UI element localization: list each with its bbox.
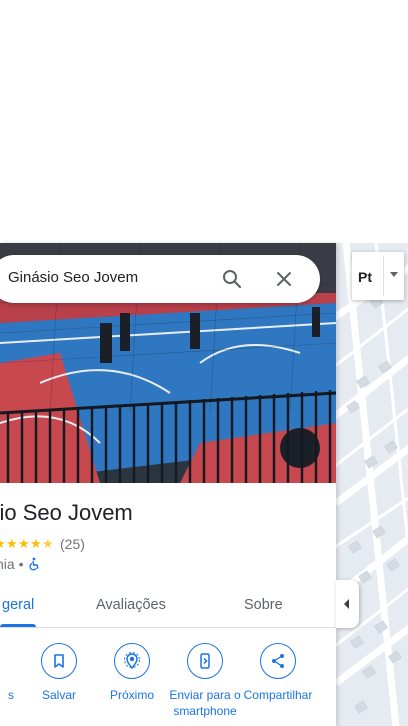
nearby-label: Próximo [109,688,154,702]
search-input[interactable]: Ginásio Seo Jovem [8,269,138,286]
layer-label: Pt [358,269,372,285]
share-button[interactable]: Compartilhar [239,643,317,703]
nearby-icon [114,643,150,679]
directions-label: s [8,688,14,702]
place-title: Ginásio Seo Jovem [0,500,133,525]
star-icon: ★ [30,536,42,551]
tab-reviews[interactable]: Avaliações [96,597,166,613]
send-to-phone-label: Enviar para o smartphone [169,688,241,718]
category-row: nia • [0,556,41,572]
star-icon: ★ [18,536,30,551]
star-icon: ★ [6,536,18,551]
send-to-phone-icon [187,643,223,679]
close-icon[interactable] [272,267,296,291]
place-panel: Ginásio Seo Jovem Ginásio Seo Jovem ★ ★ … [0,243,336,726]
top-blank-area [0,0,408,243]
map-canvas[interactable] [336,243,408,726]
share-icon [260,643,296,679]
star-half-icon: ★ [42,536,54,551]
nearby-button[interactable]: Próximo [93,643,171,703]
search-box[interactable]: Ginásio Seo Jovem [0,255,320,303]
search-icon[interactable] [220,267,244,291]
send-to-phone-button[interactable]: Enviar para o smartphone [166,643,244,719]
chevron-down-icon[interactable] [390,272,398,277]
collapse-panel-button[interactable] [336,580,359,628]
chevron-left-icon [344,599,349,609]
wheelchair-accessible-icon [27,557,41,571]
layer-divider [383,256,384,296]
save-label: Salvar [41,688,76,702]
share-label: Compartilhar [243,688,313,702]
rating-stars: ★ ★ ★ ★ ★ [0,537,54,551]
place-tabs: geral Avaliações Sobre [0,583,336,628]
place-category: nia • [0,556,24,572]
rating-count[interactable]: (25) [60,536,85,552]
save-button[interactable]: Salvar [20,643,98,703]
active-tab-indicator [0,624,36,627]
tab-overview[interactable]: geral [2,597,34,613]
bookmark-icon [41,643,77,679]
directions-button[interactable]: s [0,643,20,703]
rating-row[interactable]: ★ ★ ★ ★ ★ (25) [0,535,85,553]
tab-about[interactable]: Sobre [244,597,283,613]
layer-picker-button[interactable]: Pt [352,252,404,300]
